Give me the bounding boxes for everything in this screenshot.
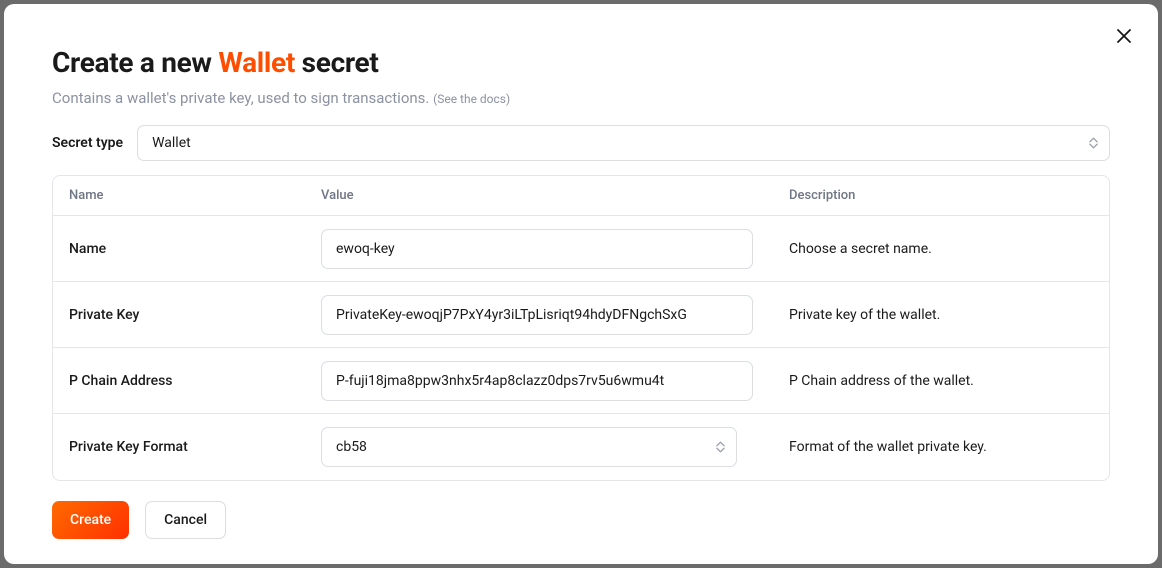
table-row: Private Key Private key of the wallet. <box>53 282 1109 348</box>
field-description: P Chain address of the wallet. <box>773 373 1109 389</box>
modal-subtitle: Contains a wallet's private key, used to… <box>52 89 1110 107</box>
field-description: Format of the wallet private key. <box>773 439 1109 455</box>
private-key-format-select-wrap: cb58 <box>321 427 737 467</box>
cancel-button[interactable]: Cancel <box>145 501 226 539</box>
private-key-format-value: cb58 <box>336 439 367 455</box>
field-name: P Chain Address <box>53 373 305 389</box>
secret-type-select[interactable]: Wallet <box>137 125 1110 161</box>
field-description: Private key of the wallet. <box>773 307 1109 323</box>
header-value: Value <box>305 188 773 203</box>
docs-link[interactable]: (See the docs) <box>433 92 510 106</box>
field-value-cell <box>305 361 773 401</box>
title-suffix: secret <box>295 46 379 79</box>
fields-table: Name Value Description Name Choose a sec… <box>52 175 1110 481</box>
subtitle-text: Contains a wallet's private key, used to… <box>52 89 429 107</box>
secret-type-select-wrap: Wallet <box>137 125 1110 161</box>
table-row: Private Key Format cb58 Format of the wa… <box>53 414 1109 480</box>
field-name: Private Key Format <box>53 439 305 455</box>
table-row: P Chain Address P Chain address of the w… <box>53 348 1109 414</box>
field-value-cell <box>305 229 773 269</box>
secret-type-row: Secret type Wallet <box>52 125 1110 161</box>
p-chain-address-input[interactable] <box>321 361 753 401</box>
field-name: Private Key <box>53 307 305 323</box>
secret-type-label: Secret type <box>52 135 123 151</box>
table-header: Name Value Description <box>53 176 1109 216</box>
field-value-cell <box>305 295 773 335</box>
field-description: Choose a secret name. <box>773 241 1109 257</box>
private-key-input[interactable] <box>321 295 753 335</box>
field-value-cell: cb58 <box>305 427 773 467</box>
create-button[interactable]: Create <box>52 501 129 539</box>
private-key-format-select[interactable]: cb58 <box>321 427 737 467</box>
title-prefix: Create a new <box>52 46 218 79</box>
modal-dialog: Create a new Wallet secret Contains a wa… <box>4 4 1158 564</box>
modal-title: Create a new Wallet secret <box>52 46 1110 79</box>
title-accent: Wallet <box>218 46 295 79</box>
name-input[interactable] <box>321 229 753 269</box>
field-name: Name <box>53 241 305 257</box>
close-button[interactable] <box>1114 26 1134 46</box>
button-row: Create Cancel <box>52 501 1110 539</box>
close-icon <box>1117 29 1131 43</box>
table-row: Name Choose a secret name. <box>53 216 1109 282</box>
secret-type-value: Wallet <box>152 135 191 151</box>
header-name: Name <box>53 188 305 203</box>
header-description: Description <box>773 188 1109 203</box>
